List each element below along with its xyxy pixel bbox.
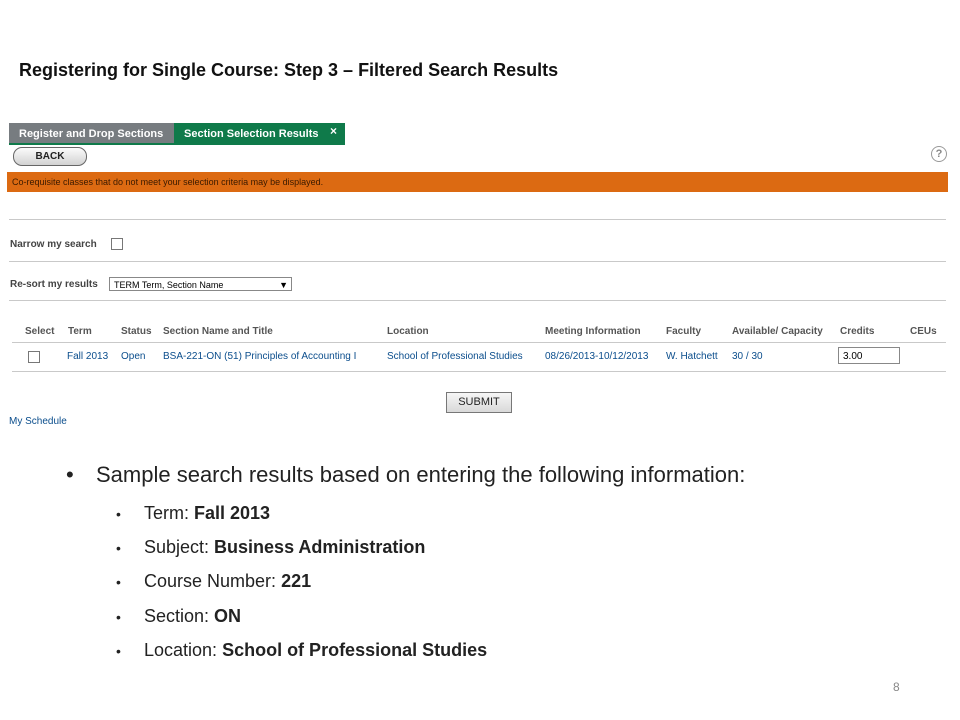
narrow-search-label: Narrow my search bbox=[10, 239, 97, 250]
header-credits: Credits bbox=[840, 326, 875, 337]
header-status: Status bbox=[121, 326, 152, 337]
help-icon[interactable]: ? bbox=[931, 146, 947, 162]
bullet-icon: • bbox=[116, 506, 121, 522]
bullet-term: • Term: Fall 2013 bbox=[116, 503, 270, 524]
bullet-value: Fall 2013 bbox=[194, 503, 271, 523]
resort-select-value: TERM Term, Section Name bbox=[114, 280, 224, 290]
resort-select[interactable]: TERM Term, Section Name ▼ bbox=[109, 277, 292, 291]
bullet-value: ON bbox=[214, 606, 242, 626]
header-availability: Available/ Capacity bbox=[732, 326, 823, 337]
bullet-location: • Location: School of Professional Studie… bbox=[116, 640, 487, 661]
cell-section-link[interactable]: BSA-221-ON (51) Principles of Accounting… bbox=[163, 351, 356, 362]
cell-term: Fall 2013 bbox=[67, 351, 109, 362]
bullet-label: Section: bbox=[144, 606, 215, 626]
header-section-name: Section Name and Title bbox=[163, 326, 273, 337]
tab-section-selection-results[interactable]: Section Selection Results × bbox=[174, 123, 345, 144]
back-button[interactable]: BACK bbox=[13, 147, 87, 166]
resort-label: Re-sort my results bbox=[10, 279, 98, 290]
corequisite-warning-banner: Co-requisite classes that do not meet yo… bbox=[7, 172, 948, 192]
bullet-icon: • bbox=[116, 540, 121, 556]
header-location: Location bbox=[387, 326, 429, 337]
bullet-icon: • bbox=[116, 609, 121, 625]
bullet-value: School of Professional Studies bbox=[222, 640, 488, 660]
chevron-down-icon: ▼ bbox=[279, 280, 288, 290]
select-checkbox[interactable] bbox=[28, 351, 40, 363]
bullet-main: • Sample search results based on entering… bbox=[66, 462, 745, 488]
bullet-icon: • bbox=[116, 643, 121, 659]
header-select: Select bbox=[25, 326, 55, 337]
bullet-value: Business Administration bbox=[214, 537, 426, 557]
header-term: Term bbox=[68, 326, 92, 337]
bullet-course-number: • Course Number: 221 bbox=[116, 571, 311, 592]
bullet-label: Location: bbox=[144, 640, 223, 660]
header-meeting-information: Meeting Information bbox=[545, 326, 641, 337]
bullet-icon: • bbox=[66, 462, 74, 487]
header-ceus: CEUs bbox=[910, 326, 937, 337]
my-schedule-link[interactable]: My Schedule bbox=[9, 416, 67, 427]
table-divider bbox=[12, 371, 946, 372]
bullet-icon: • bbox=[116, 574, 121, 590]
bullet-section: • Section: ON bbox=[116, 606, 241, 627]
credits-input[interactable]: 3.00 bbox=[838, 347, 900, 364]
cell-status: Open bbox=[121, 351, 146, 362]
bullet-main-text: Sample search results based on entering … bbox=[96, 462, 746, 487]
cell-availability: 30 / 30 bbox=[732, 351, 763, 362]
tab-label: Section Selection Results bbox=[184, 128, 319, 140]
divider bbox=[9, 300, 946, 301]
cell-faculty[interactable]: W. Hatchett bbox=[666, 351, 718, 362]
table-divider bbox=[12, 342, 946, 343]
tab-bar: Register and Drop Sections Section Selec… bbox=[9, 123, 345, 144]
close-icon[interactable]: × bbox=[330, 120, 337, 142]
tab-underline bbox=[9, 143, 345, 145]
header-faculty: Faculty bbox=[666, 326, 702, 337]
page-number: 8 bbox=[893, 680, 900, 694]
bullet-label: Course Number: bbox=[144, 571, 282, 591]
divider bbox=[9, 219, 946, 220]
divider bbox=[9, 261, 946, 262]
bullet-label: Subject: bbox=[144, 537, 215, 557]
narrow-search-checkbox[interactable] bbox=[111, 238, 123, 250]
bullet-subject: • Subject: Business Administration bbox=[116, 537, 425, 558]
submit-button[interactable]: SUBMIT bbox=[446, 392, 512, 413]
bullet-value: 221 bbox=[281, 571, 312, 591]
cell-location: School of Professional Studies bbox=[387, 351, 523, 362]
slide-title: Registering for Single Course: Step 3 – … bbox=[19, 60, 559, 80]
cell-meeting-information: 08/26/2013-10/12/2013 bbox=[545, 351, 649, 362]
bullet-label: Term: bbox=[144, 503, 195, 523]
tab-register-and-drop[interactable]: Register and Drop Sections bbox=[9, 123, 174, 144]
